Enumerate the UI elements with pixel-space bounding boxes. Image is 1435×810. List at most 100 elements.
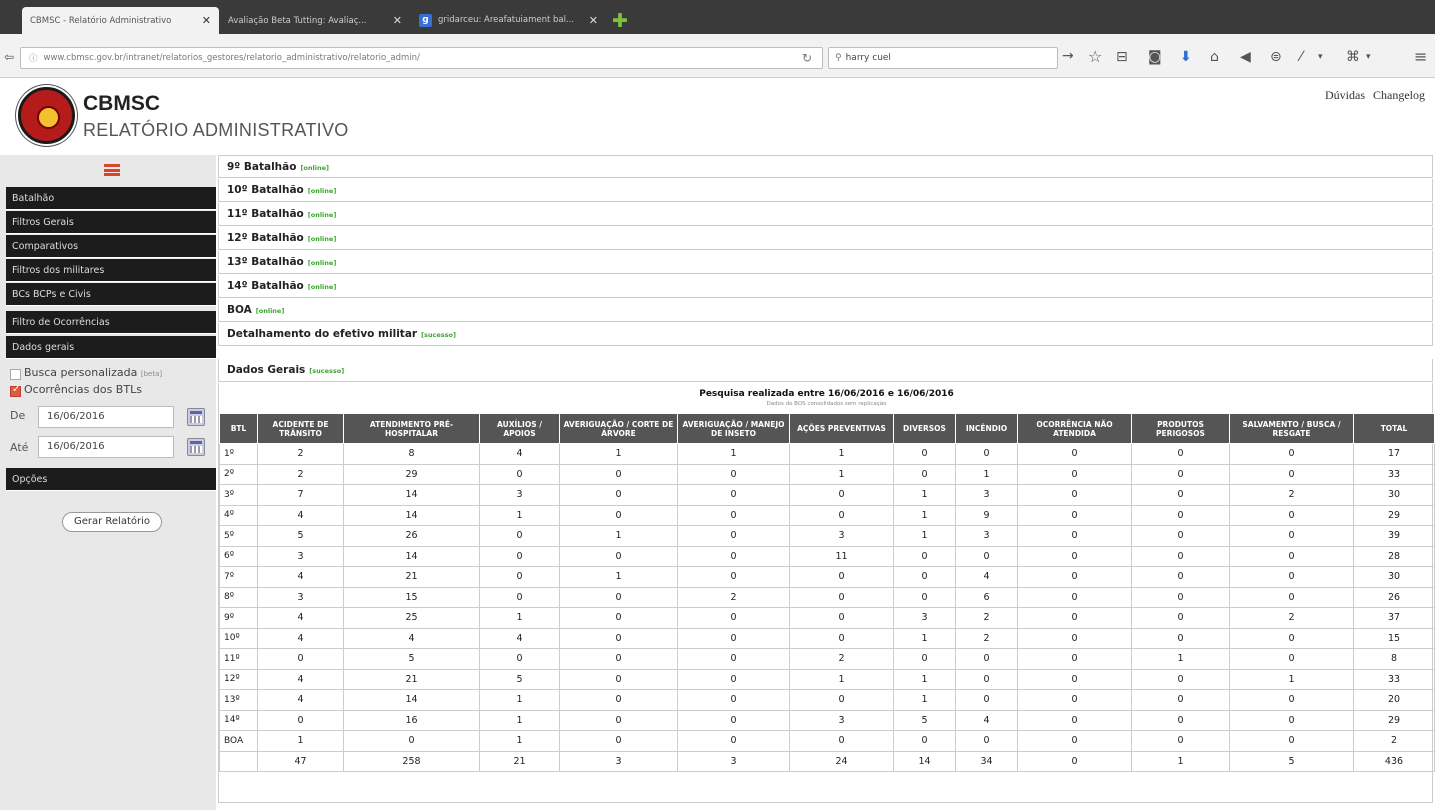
calendar-icon[interactable] [187, 408, 205, 426]
accordion-10-batalhao[interactable]: 10º Batalhão [online] [218, 179, 1433, 202]
column-header: DIVERSOS [893, 413, 956, 444]
url-bar[interactable]: ⓘ www.cbmsc.gov.br/intranet/relatorios_g… [20, 47, 823, 69]
download-icon[interactable]: ⬇ [1180, 48, 1192, 66]
pocket-icon[interactable]: ◙ [1148, 48, 1162, 66]
table-cell: 2 [789, 648, 894, 670]
accordion-14-batalhao[interactable]: 14º Batalhão [online] [218, 275, 1433, 298]
search-go-arrow-icon[interactable]: → [1062, 48, 1074, 64]
send-icon[interactable]: ◀ [1240, 48, 1251, 66]
btl-occurrences-checkbox[interactable] [10, 384, 21, 397]
table-cell: 5 [1229, 750, 1354, 772]
table-cell: 11º [219, 648, 258, 670]
table-cell: 0 [559, 648, 678, 670]
page-subtitle: RELATÓRIO ADMINISTRATIVO [83, 120, 349, 140]
reload-icon[interactable]: ↻ [802, 51, 812, 65]
sidebar-item-comparativos[interactable]: Comparativos [6, 235, 216, 258]
report-panel: Pesquisa realizada entre 16/06/2016 e 16… [218, 383, 1435, 803]
table-cell: 0 [559, 504, 678, 526]
table-cell: 0 [559, 627, 678, 649]
table-cell: 1 [893, 627, 956, 649]
table-cell: 34 [955, 750, 1018, 772]
table-cell: 0 [1131, 586, 1230, 608]
sidebar-item-bcs[interactable]: BCs BCPs e Civis [6, 283, 216, 306]
table-cell: 0 [559, 484, 678, 506]
table-cell: 0 [677, 627, 790, 649]
table-cell: 0 [677, 648, 790, 670]
browser-tab-active[interactable]: CBMSC - Relatório Administrativo ✕ [22, 7, 219, 34]
table-cell: 0 [893, 586, 956, 608]
accordion-efetivo-militar[interactable]: Detalhamento do efetivo militar [sucesso] [218, 323, 1433, 346]
table-cell: 0 [1229, 443, 1354, 465]
table-cell: 0 [893, 443, 956, 465]
table-row: BOA 1 0 1 0 0 0 0 0 0 0 0 2 [219, 730, 1435, 752]
table-cell: 0 [677, 484, 790, 506]
hamburger-menu-icon[interactable]: ≡ [1414, 48, 1427, 66]
home-icon[interactable]: ⌂ [1210, 48, 1219, 66]
table-cell: 4 [479, 627, 560, 649]
table-cell: 0 [1017, 689, 1132, 711]
table-cell: 2 [677, 586, 790, 608]
table-cell: 2 [1229, 484, 1354, 506]
new-tab-plus-icon[interactable]: ✚ [612, 12, 628, 31]
site-header: CBMSC RELATÓRIO ADMINISTRATIVO Dúvidas C… [0, 78, 1435, 152]
table-cell: 0 [1017, 730, 1132, 752]
table-cell: 4 [479, 443, 560, 465]
accordion-9-batalhao[interactable]: 9º Batalhão [online] [218, 155, 1433, 178]
accordion-boa[interactable]: BOA [online] [218, 299, 1433, 322]
table-cell: 0 [789, 607, 894, 629]
bookmark-star-icon[interactable]: ☆ [1088, 48, 1102, 66]
table-cell: 14 [343, 484, 480, 506]
custom-search-checkbox[interactable] [10, 369, 21, 380]
table-cell: 0 [479, 463, 560, 485]
table-cell: 0 [343, 730, 480, 752]
dropdown-chevron-icon[interactable]: ▾ [1366, 48, 1371, 66]
close-tab-icon[interactable]: ✕ [202, 14, 211, 27]
close-tab-icon[interactable]: ✕ [393, 14, 402, 27]
eyedropper-icon[interactable]: ⁄ [1300, 48, 1302, 66]
table-cell: 0 [893, 648, 956, 670]
to-date-input[interactable]: 16/06/2016 [38, 436, 174, 458]
sidebar-item-filtros-militares[interactable]: Filtros dos militares [6, 259, 216, 282]
accordion-12-batalhao[interactable]: 12º Batalhão [online] [218, 227, 1433, 250]
calendar-icon[interactable] [187, 438, 205, 456]
table-cell: 1 [789, 443, 894, 465]
table-cell [219, 750, 258, 772]
back-arrow-icon[interactable]: ⇦ [4, 48, 14, 66]
translate-icon[interactable]: ⌘ [1346, 48, 1360, 66]
sidebar-item-filtros-gerais[interactable]: Filtros Gerais [6, 211, 216, 234]
browser-tab[interactable]: g gridarceu: Areafatuiament bal... ✕ [411, 7, 606, 34]
info-icon[interactable]: ⓘ [29, 52, 38, 64]
close-tab-icon[interactable]: ✕ [589, 14, 598, 27]
table-cell: 0 [479, 586, 560, 608]
browser-tab[interactable]: Avaliação Beta Tutting: Avaliaç... ✕ [220, 7, 410, 34]
table-cell: 9º [219, 607, 258, 629]
sidebar-item-filtro-ocorrencias[interactable]: Filtro de Ocorrências [6, 311, 216, 334]
search-box[interactable]: ⚲ harry cuel [828, 47, 1058, 69]
brand-title: CBMSC [83, 92, 160, 115]
link-changelog[interactable]: Changelog [1373, 88, 1425, 102]
sidebar-item-opcoes[interactable]: Opções [6, 468, 216, 491]
status-badge: [online] [255, 307, 285, 315]
table-cell: 0 [1131, 668, 1230, 690]
chat-icon[interactable]: ⊜ [1270, 48, 1282, 66]
table-cell: 1 [559, 525, 678, 547]
from-date-input[interactable]: 16/06/2016 [38, 406, 174, 428]
sidebar-item-dados-gerais[interactable]: Dados gerais [6, 336, 216, 359]
status-badge: [online] [307, 259, 337, 267]
table-cell: 0 [677, 607, 790, 629]
link-duvidas[interactable]: Dúvidas [1325, 88, 1365, 102]
accordion-dados-gerais[interactable]: Dados Gerais [sucesso] [218, 359, 1433, 382]
table-cell: 4 [955, 566, 1018, 588]
reader-view-icon[interactable]: ⊟ [1116, 48, 1128, 66]
column-header: BTL [219, 413, 258, 444]
accordion-13-batalhao[interactable]: 13º Batalhão [online] [218, 251, 1433, 274]
menu-toggle-icon[interactable] [104, 164, 120, 176]
dropdown-chevron-icon[interactable]: ▾ [1318, 48, 1323, 66]
accordion-11-batalhao[interactable]: 11º Batalhão [online] [218, 203, 1433, 226]
sidebar-item-batalhao[interactable]: Batalhão [6, 187, 216, 210]
search-input[interactable]: harry cuel [846, 53, 891, 63]
table-cell: 1 [893, 504, 956, 526]
generate-report-button[interactable]: Gerar Relatório [62, 512, 162, 532]
table-cell: 25 [343, 607, 480, 629]
table-cell: 0 [955, 668, 1018, 690]
